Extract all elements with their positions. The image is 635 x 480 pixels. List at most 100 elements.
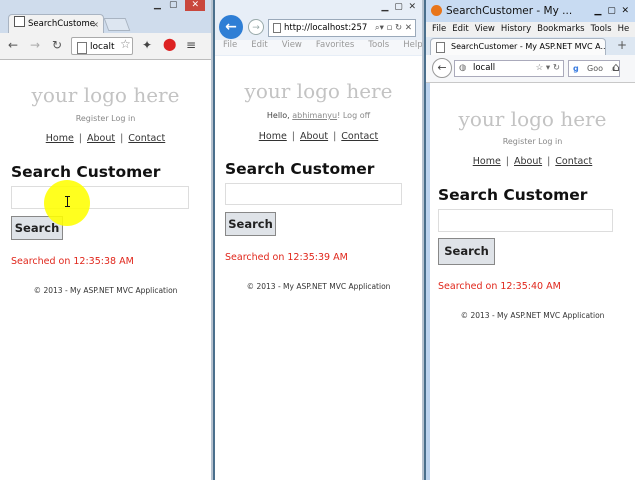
google-icon: g (573, 64, 579, 73)
nav-home[interactable]: Home (46, 133, 74, 144)
menu-tools[interactable]: Tools (591, 24, 612, 34)
reload-icon[interactable]: ↻ (52, 38, 62, 52)
page-icon (14, 16, 25, 27)
home-icon[interactable]: ⌂ (612, 60, 620, 74)
login-links: Hello, abhimanyu! Log off (215, 111, 422, 120)
new-tab-button[interactable] (103, 18, 131, 31)
address-bar[interactable]: ◍ locall ☆ ▾ ↻ (454, 60, 564, 77)
maximize-icon[interactable]: ▢ (607, 6, 616, 16)
ie-window: ▁ ▢ ✕ ← → http://localhost:257 ⌕▾ ▫ ↻ ✕ … (215, 0, 424, 480)
site-logo[interactable]: your logo here (430, 107, 635, 131)
close-window-icon[interactable]: ✕ (408, 2, 416, 12)
ie-menubar: File Edit View Favorites Tools Help (215, 40, 422, 55)
menu-bookmarks[interactable]: Bookmarks (537, 24, 585, 34)
page-title: Search Customer (225, 160, 375, 178)
search-timestamp: Searched on 12:35:39 AM (225, 252, 348, 263)
main-nav: Home | About | Contact (215, 131, 422, 142)
menu-favorites[interactable]: Favorites (316, 40, 354, 50)
address-bar[interactable]: http://localhost:257 ⌕▾ ▫ ↻ ✕ (268, 19, 416, 37)
username-link[interactable]: abhimanyu (292, 111, 337, 120)
logoff-link[interactable]: Log off (343, 111, 370, 120)
extension-icon[interactable]: ✦ (142, 38, 152, 52)
search-timestamp: Searched on 12:35:38 AM (11, 256, 134, 267)
site-logo[interactable]: your logo here (0, 83, 211, 107)
search-button[interactable]: Search (225, 212, 276, 236)
window-controls: ▁ ▢ ✕ (146, 0, 205, 11)
page-icon (273, 23, 281, 33)
address-text: http://localhost:257 (284, 23, 368, 33)
close-tab-icon[interactable]: × (92, 15, 99, 33)
footer-text: © 2013 - My ASP.NET MVC Application (246, 282, 391, 291)
close-window-icon[interactable]: ✕ (185, 0, 205, 11)
site-logo[interactable]: your logo here (215, 79, 422, 103)
firefox-window: SearchCustomer - My ... ▁ ▢ ✕ File Edit Vi… (426, 0, 635, 480)
search-engine-text: Goo (587, 64, 603, 73)
page-title: Search Customer (438, 186, 588, 204)
page-icon (77, 42, 87, 54)
new-tab-icon[interactable]: + (617, 38, 627, 52)
minimize-icon[interactable]: ▁ (595, 6, 602, 16)
nav-contact[interactable]: Contact (128, 133, 165, 144)
login-links: Register Log in (430, 137, 635, 146)
maximize-icon[interactable]: ▢ (169, 0, 178, 10)
register-link[interactable]: Register (76, 114, 109, 123)
nav-home[interactable]: Home (473, 156, 501, 167)
menu-icon[interactable]: ≡ (186, 38, 196, 52)
window-controls: ▁ ▢ ✕ (382, 2, 416, 12)
search-input[interactable] (225, 183, 402, 205)
forward-arrow-icon[interactable]: → (30, 38, 40, 52)
nav-home[interactable]: Home (259, 131, 287, 142)
nav-separator: | (333, 131, 337, 142)
chrome-tab-strip: SearchCustome × ▁ ▢ ✕ (0, 0, 211, 33)
menu-edit[interactable]: Edit (452, 24, 468, 34)
login-link[interactable]: Log in (538, 137, 562, 146)
nav-about[interactable]: About (87, 133, 115, 144)
nav-contact[interactable]: Contact (341, 131, 378, 142)
main-nav: Home | About | Contact (430, 156, 635, 167)
chrome-tab-title: SearchCustome (28, 19, 95, 29)
menu-tools[interactable]: Tools (368, 40, 389, 50)
menu-history[interactable]: History (501, 24, 531, 34)
adblock-icon[interactable]: ⬤ (163, 37, 176, 51)
login-link[interactable]: Log in (111, 114, 135, 123)
url-actions-icon[interactable]: ☆ ▾ ↻ (533, 61, 560, 76)
nav-separator: | (547, 156, 551, 167)
chrome-tab[interactable]: SearchCustome × (8, 14, 104, 33)
firefox-navbar: ← ◍ locall ☆ ▾ ↻ g Goo ⌕ ⌂ (426, 55, 635, 83)
address-text: locall (473, 63, 496, 73)
search-timestamp: Searched on 12:35:40 AM (438, 281, 561, 292)
nav-separator: | (78, 133, 82, 144)
nav-about[interactable]: About (300, 131, 328, 142)
maximize-icon[interactable]: ▢ (394, 2, 403, 12)
menu-edit[interactable]: Edit (251, 40, 267, 50)
search-button[interactable]: Search (438, 238, 495, 265)
back-arrow-icon[interactable]: ← (8, 38, 18, 52)
firefox-tab-strip: SearchCustomer - My ASP.NET MVC A... + (426, 37, 635, 55)
footer-text: © 2013 - My ASP.NET MVC Application (33, 286, 178, 295)
firefox-menubar: File Edit View History Bookmarks Tools He (426, 22, 635, 37)
nav-about[interactable]: About (514, 156, 542, 167)
chrome-toolbar: ← → ↻ localt ☆ ✦ ⬤ ≡ (0, 33, 211, 60)
address-tools-icon[interactable]: ⌕▾ ▫ ↻ ✕ (372, 20, 412, 36)
menu-help[interactable]: He (618, 24, 630, 34)
globe-icon: ◍ (459, 63, 467, 73)
back-button[interactable]: ← (219, 15, 243, 39)
menu-view[interactable]: View (282, 40, 302, 50)
firefox-tab[interactable]: SearchCustomer - My ASP.NET MVC A... (430, 38, 606, 55)
register-link[interactable]: Register (503, 137, 536, 146)
search-input[interactable] (11, 186, 189, 209)
star-icon[interactable]: ☆ (120, 37, 131, 51)
back-button[interactable]: ← (432, 58, 452, 78)
menu-help[interactable]: Help (403, 40, 422, 50)
minimize-icon[interactable]: ▁ (154, 0, 161, 10)
menu-file[interactable]: File (223, 40, 237, 50)
forward-button[interactable]: → (248, 19, 264, 35)
close-window-icon[interactable]: ✕ (621, 6, 629, 16)
main-nav: Home | About | Contact (0, 133, 211, 144)
nav-contact[interactable]: Contact (555, 156, 592, 167)
minimize-icon[interactable]: ▁ (382, 2, 389, 12)
search-input[interactable] (438, 209, 613, 232)
menu-view[interactable]: View (475, 24, 495, 34)
firefox-logo-icon (431, 5, 442, 16)
menu-file[interactable]: File (432, 24, 446, 34)
